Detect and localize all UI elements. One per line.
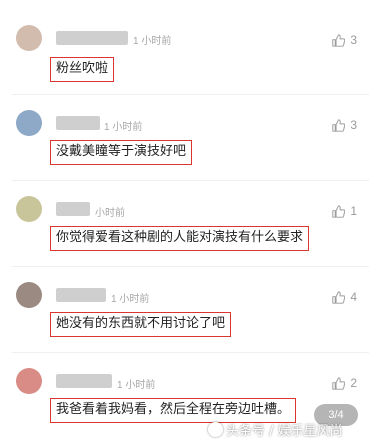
like-button[interactable]: 3	[332, 118, 357, 132]
comment-time: 1 小时前	[117, 380, 156, 391]
like-button[interactable]: 1	[332, 204, 357, 218]
avatar[interactable]	[16, 196, 42, 222]
like-count: 4	[350, 290, 357, 304]
thumbs-up-icon	[332, 290, 346, 304]
like-count: 3	[350, 33, 357, 47]
username-blurred[interactable]	[56, 288, 106, 302]
like-count: 3	[350, 118, 357, 132]
username-blurred[interactable]	[56, 116, 100, 130]
thumbs-up-icon	[332, 118, 346, 132]
thumbs-up-icon	[332, 33, 346, 47]
watermark-text: 头条号 / 娱乐星风尚	[226, 424, 343, 439]
toutiao-logo-icon	[208, 422, 223, 437]
comment-time: 1 小时前	[111, 294, 150, 305]
avatar[interactable]	[16, 368, 42, 394]
avatar[interactable]	[16, 25, 42, 51]
comment-text: 粉丝吹啦	[50, 57, 115, 82]
divider	[12, 266, 369, 267]
like-button[interactable]: 4	[332, 290, 357, 304]
avatar[interactable]	[16, 110, 42, 136]
divider	[12, 180, 369, 181]
divider	[12, 352, 369, 353]
like-count: 1	[350, 204, 357, 218]
comment-time: 1 小时前	[104, 122, 143, 133]
username-blurred[interactable]	[56, 31, 128, 45]
comment-text: 你觉得爱看这种剧的人能对演技有什么要求	[50, 226, 310, 251]
divider	[12, 94, 369, 95]
comment-text: 她没有的东西就不用讨论了吧	[50, 312, 232, 337]
like-button[interactable]: 2	[332, 376, 357, 390]
avatar[interactable]	[16, 282, 42, 308]
username-blurred[interactable]	[56, 374, 112, 388]
username-blurred[interactable]	[56, 202, 90, 216]
comment-time: 小时前	[95, 208, 125, 219]
like-count: 2	[350, 376, 357, 390]
like-button[interactable]: 3	[332, 33, 357, 47]
thumbs-up-icon	[332, 376, 346, 390]
comment-time: 1 小时前	[133, 36, 172, 47]
watermark: 头条号 / 娱乐星风尚	[208, 420, 343, 439]
comment-text: 没戴美瞳等于演技好吧	[50, 140, 193, 165]
thumbs-up-icon	[332, 204, 346, 218]
